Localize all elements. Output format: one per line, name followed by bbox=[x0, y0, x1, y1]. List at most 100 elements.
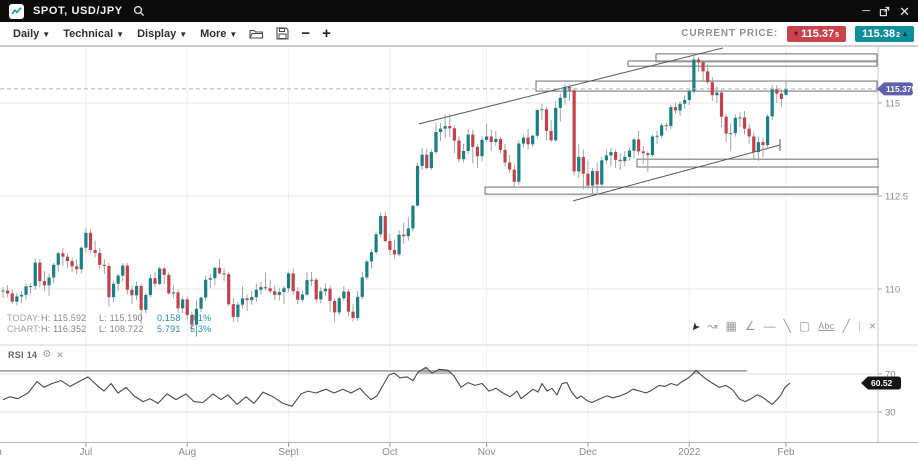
x-axis-label: Jun bbox=[0, 447, 2, 458]
candle bbox=[1, 290, 4, 291]
candle bbox=[642, 151, 645, 153]
candle bbox=[573, 90, 576, 171]
rsi-curve bbox=[3, 367, 790, 406]
candle bbox=[462, 151, 465, 159]
candle bbox=[637, 139, 640, 151]
menu-more[interactable]: More▼ bbox=[200, 28, 237, 40]
candle bbox=[379, 216, 382, 234]
svg-text:115.379: 115.379 bbox=[886, 84, 917, 94]
candle bbox=[738, 118, 741, 119]
candle bbox=[15, 296, 18, 301]
candle bbox=[632, 139, 635, 150]
search-icon[interactable] bbox=[133, 5, 145, 17]
candle bbox=[416, 166, 419, 206]
candle bbox=[425, 155, 428, 168]
candle bbox=[720, 93, 723, 117]
rsi-value-tag: 60.52 bbox=[861, 377, 901, 390]
candle bbox=[453, 128, 456, 140]
candle bbox=[596, 171, 599, 184]
minimize-button[interactable]: ─ bbox=[862, 6, 870, 17]
gear-icon[interactable]: ⚙ bbox=[42, 350, 51, 360]
candle bbox=[540, 109, 543, 110]
candle bbox=[84, 233, 87, 248]
candle bbox=[43, 281, 46, 285]
open-folder-icon[interactable] bbox=[249, 27, 264, 40]
fan-lines-tool-icon[interactable]: ∠ bbox=[745, 320, 756, 332]
candle bbox=[278, 292, 281, 295]
current-price-tag: 115.379 bbox=[877, 82, 917, 95]
close-button[interactable]: ✕ bbox=[899, 5, 910, 18]
pointer-tool-icon[interactable]: ➤ bbox=[688, 319, 702, 333]
candle bbox=[748, 129, 751, 137]
rectangle-tool-icon[interactable]: ▢ bbox=[799, 320, 810, 332]
svg-text:60.52: 60.52 bbox=[871, 378, 893, 388]
menu-display[interactable]: Display▼ bbox=[137, 28, 187, 40]
popout-icon[interactable] bbox=[879, 6, 890, 17]
candle bbox=[439, 129, 442, 132]
candle bbox=[126, 266, 129, 290]
text-tool-icon[interactable]: Abc bbox=[818, 322, 834, 331]
candle bbox=[550, 131, 553, 140]
close-icon[interactable]: ✕ bbox=[56, 351, 64, 360]
ask-price-badge[interactable]: 115.382 ▴ bbox=[855, 26, 914, 42]
candle bbox=[490, 136, 493, 142]
candle bbox=[655, 136, 658, 137]
candle bbox=[333, 301, 336, 313]
candle bbox=[444, 126, 447, 129]
save-icon[interactable] bbox=[276, 27, 289, 40]
rsi-title: RSI 14 bbox=[8, 350, 37, 360]
zoom-in-button[interactable]: + bbox=[322, 26, 331, 41]
candle bbox=[246, 298, 249, 300]
price-zone-box[interactable] bbox=[628, 61, 877, 66]
zoom-out-button[interactable]: − bbox=[301, 26, 310, 41]
drawing-toolbar: ➤↝▦∠—╲▢Abc╱|× bbox=[690, 320, 876, 332]
price-zone-box[interactable] bbox=[485, 187, 878, 194]
candle bbox=[310, 280, 313, 281]
curved-arrow-tool-icon[interactable]: ↝ bbox=[707, 320, 717, 332]
trend-line-tool-icon[interactable]: ╲ bbox=[784, 320, 791, 332]
candle bbox=[144, 295, 147, 310]
price-zone-box[interactable] bbox=[536, 81, 877, 91]
candle bbox=[80, 248, 83, 270]
candle bbox=[301, 295, 304, 300]
drawn-price-zones[interactable] bbox=[485, 54, 878, 194]
candle bbox=[11, 293, 14, 301]
candle bbox=[697, 59, 700, 62]
candle bbox=[292, 273, 295, 291]
candle bbox=[499, 139, 502, 150]
candle bbox=[338, 298, 341, 312]
candle bbox=[586, 174, 589, 186]
candle bbox=[701, 62, 704, 71]
chevron-down-icon: ▼ bbox=[116, 30, 124, 39]
grid-tool-icon[interactable]: ▦ bbox=[726, 320, 737, 332]
candle bbox=[674, 107, 677, 110]
horizontal-line-tool-icon[interactable]: — bbox=[764, 320, 776, 332]
line-tool-icon[interactable]: ╱ bbox=[843, 320, 850, 332]
candle bbox=[213, 268, 216, 278]
delete-tool-icon[interactable]: × bbox=[869, 320, 876, 332]
rsi-indicator-header: RSI 14 ⚙ ✕ bbox=[8, 350, 64, 360]
candle bbox=[232, 304, 235, 317]
chevron-down-icon: ▼ bbox=[179, 30, 187, 39]
candle bbox=[669, 107, 672, 126]
candle bbox=[259, 287, 262, 290]
price-zone-box[interactable] bbox=[637, 159, 878, 167]
candle bbox=[554, 108, 557, 140]
menu-daily[interactable]: Daily▼ bbox=[13, 28, 50, 40]
candle bbox=[130, 290, 133, 296]
chart-area[interactable]: 115.379115112.5110703060.52 bbox=[0, 46, 918, 447]
candle bbox=[683, 100, 686, 104]
candle bbox=[508, 163, 511, 170]
x-axis-label: Oct bbox=[382, 447, 398, 458]
candle bbox=[706, 71, 709, 82]
candle bbox=[743, 118, 746, 129]
title-bar: SPOT, USD/JPY ─ ✕ bbox=[0, 0, 918, 22]
candle bbox=[29, 286, 32, 287]
candle bbox=[112, 284, 115, 297]
chart-toolbar: Daily▼ Technical▼ Display▼ More▼ − + CUR… bbox=[0, 22, 918, 46]
bid-price-badge[interactable]: ▾ 115.375 bbox=[787, 26, 846, 42]
y-axis-tick-label: 112.5 bbox=[885, 192, 908, 203]
menu-technical[interactable]: Technical▼ bbox=[63, 28, 124, 40]
candle bbox=[448, 126, 451, 128]
candle bbox=[582, 157, 585, 174]
